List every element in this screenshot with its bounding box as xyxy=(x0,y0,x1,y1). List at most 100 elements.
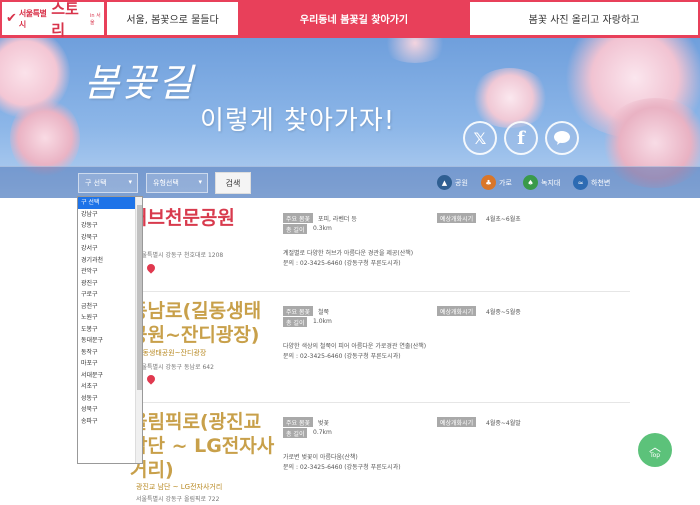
flower-value: 포피, 라벤더 등 xyxy=(318,216,357,223)
period-value: 4월초~6월초 xyxy=(486,216,521,223)
entry-title-line: 올림픽로(광진교 xyxy=(130,411,262,433)
chevron-down-icon: ▾ xyxy=(128,178,132,186)
hero-banner: 봄꽃길 이렇게 찾아가자! 𝕏 f 구 선택 ▾ 유형선택 ▾ 검색 ▲ 공원 … xyxy=(0,38,700,198)
kakao-icon[interactable] xyxy=(545,121,579,155)
dropdown-option[interactable]: 도봉구 xyxy=(78,324,136,336)
period-value: 4월중~4월말 xyxy=(486,420,521,427)
flower-label: 주요 봄꽃 xyxy=(283,213,313,223)
logo-text-small: 서울특별시 xyxy=(18,8,47,29)
dropdown-option[interactable]: 서대문구 xyxy=(78,370,136,382)
facebook-icon[interactable]: f xyxy=(504,121,538,155)
flower-label: 주요 봄꽃 xyxy=(283,417,313,427)
dropdown-option[interactable]: 서초구 xyxy=(78,381,136,393)
site-logo[interactable]: ✔ 서울특별시 스토리 in 서울 xyxy=(2,0,104,39)
dropdown-option[interactable]: 노원구 xyxy=(78,312,136,324)
dropdown-option[interactable]: 강서구 xyxy=(78,243,136,255)
type-select[interactable]: 유형선택 ▾ xyxy=(146,173,208,193)
entry-address: 서울특별시 강동구 동남로 642 xyxy=(136,364,214,371)
legend-label: 공원 xyxy=(455,178,468,187)
dropdown-option[interactable]: 마포구 xyxy=(78,358,136,370)
map-pin-icon[interactable] xyxy=(145,373,157,385)
length-label: 총 길이 xyxy=(283,428,308,438)
dropdown-option[interactable]: 성북구 xyxy=(78,404,136,416)
entry-title[interactable]: 허브천문공원 xyxy=(130,206,235,230)
top-navigation: ✔ 서울특별시 스토리 in 서울 서울, 봄꽃으로 물들다 우리동네 봄꽃길 … xyxy=(0,0,700,39)
entry-title[interactable]: 동남로(길동생태 공원~잔디광장) xyxy=(130,299,261,347)
entry-contact: 문의 : 02-3425-6460 (강동구청 푸른도시과) xyxy=(283,353,401,360)
divider xyxy=(130,291,630,292)
dropdown-option[interactable]: 구로구 xyxy=(78,289,136,301)
entry-title-line: 동남로(길동생태 xyxy=(130,300,262,322)
entry-subtitle: 광진교 남단 ~ LG전자사거리 xyxy=(136,483,223,491)
dropdown-option[interactable]: 동대문구 xyxy=(78,335,136,347)
length-label: 총 길이 xyxy=(283,317,308,327)
legend-street: ♣ 가로 xyxy=(481,175,512,190)
entry-contact: 문의 : 02-3425-6460 (강동구청 푸른도시과) xyxy=(283,260,401,267)
logo-text-big: 스토리 xyxy=(51,0,79,39)
flower-label: 주요 봄꽃 xyxy=(283,306,313,316)
greenbelt-icon: ♠ xyxy=(523,175,538,190)
dropdown-option[interactable]: 관악구 xyxy=(78,266,136,278)
dropdown-option[interactable]: 강북구 xyxy=(78,232,136,244)
entry-subtitle: 길동생태공원~잔디광장 xyxy=(136,349,207,357)
dropdown-option[interactable]: 송파구 xyxy=(78,416,136,428)
scrollbar-thumb[interactable] xyxy=(137,205,142,390)
entry-title-line: 거리) xyxy=(130,459,174,481)
length-value: 0.3km xyxy=(313,225,332,232)
period-value: 4월중~5월중 xyxy=(486,309,521,316)
tab-find-flower-road[interactable]: 우리동네 봄꽃길 찾아가기 xyxy=(238,2,470,35)
period-label: 예상개화시기 xyxy=(437,213,477,223)
flower-value: 벚꽃 xyxy=(318,420,330,427)
riverside-icon: ≈ xyxy=(573,175,588,190)
twitter-icon[interactable]: 𝕏 xyxy=(463,121,497,155)
entry-title[interactable]: 올림픽로(광진교 남단 ~ LG전자사 거리) xyxy=(130,410,274,482)
dropdown-option[interactable]: 금천구 xyxy=(78,301,136,313)
period-label: 예상개화시기 xyxy=(437,306,477,316)
legend-riverside: ≈ 하천변 xyxy=(573,175,610,190)
chevron-down-icon: ▾ xyxy=(198,178,202,186)
legend-label: 하천변 xyxy=(591,178,611,187)
legend-greenbelt: ♠ 녹지대 xyxy=(523,175,560,190)
divider xyxy=(130,402,630,403)
entry-title-line: 공원~잔디광장) xyxy=(130,324,260,346)
entry-description: 다양한 색상의 철쭉이 피어 아름다운 가로경관 연출(산책) xyxy=(283,343,427,350)
district-dropdown-list[interactable]: 구 선택 강남구 강동구 강북구 강서구 경기과천 관악구 광진구 구로구 금천… xyxy=(77,196,143,464)
entry-description: 가로변 벚꽃이 아름다움(산책) xyxy=(283,454,358,461)
scroll-top-label: Top xyxy=(649,451,661,459)
dropdown-option[interactable]: 광진구 xyxy=(78,278,136,290)
search-button[interactable]: 검색 xyxy=(215,172,251,194)
tab-spring-flowers[interactable]: 서울, 봄꽃으로 물들다 xyxy=(107,2,238,35)
dropdown-option[interactable]: 성동구 xyxy=(78,393,136,405)
seoul-logo-icon: ✔ xyxy=(6,11,17,26)
scroll-top-button[interactable]: ︿ Top xyxy=(638,433,672,467)
park-icon: ▲ xyxy=(437,175,452,190)
dropdown-option[interactable]: 경기과천 xyxy=(78,255,136,267)
length-label: 총 길이 xyxy=(283,224,308,234)
entry-contact: 문의 : 02-3425-6460 (강동구청 푸른도시과) xyxy=(283,464,401,471)
hero-title: 봄꽃길 xyxy=(84,61,195,105)
period-label: 예상개화시기 xyxy=(437,417,477,427)
street-icon: ♣ xyxy=(481,175,496,190)
logo-text-tiny: in 서울 xyxy=(89,12,101,26)
legend-label: 가로 xyxy=(499,178,512,187)
legend-label: 녹지대 xyxy=(541,178,561,187)
entry-description: 계절별로 다양한 허브가 아름다운 경관을 제공(산책) xyxy=(283,250,414,257)
dropdown-option[interactable]: 동작구 xyxy=(78,347,136,359)
hero-subtitle: 이렇게 찾아가자! xyxy=(200,106,396,136)
dropdown-scrollbar[interactable] xyxy=(135,197,142,463)
length-value: 1.0km xyxy=(313,318,332,325)
chevron-up-icon: ︿ xyxy=(648,439,661,454)
length-value: 0.7km xyxy=(313,429,332,436)
dropdown-option[interactable]: 강남구 xyxy=(78,209,136,221)
entry-title-line: 남단 ~ LG전자사 xyxy=(130,435,275,457)
entry-address: 서울특별시 강동구 올림픽로 722 xyxy=(136,496,220,503)
dropdown-option[interactable]: 구 선택 xyxy=(78,197,136,209)
entry-title-line: 허브천문공원 xyxy=(130,207,235,229)
type-select-value: 유형선택 xyxy=(153,179,179,187)
legend-park: ▲ 공원 xyxy=(437,175,468,190)
tab-upload-photo[interactable]: 봄꽃 사진 올리고 자랑하고 xyxy=(470,2,698,35)
map-pin-icon[interactable] xyxy=(145,262,157,274)
district-select[interactable]: 구 선택 ▾ xyxy=(78,173,138,193)
dropdown-option[interactable]: 강동구 xyxy=(78,220,136,232)
filter-bar: 구 선택 ▾ 유형선택 ▾ 검색 ▲ 공원 ♣ 가로 ♠ 녹지대 ≈ 하천변 xyxy=(0,166,700,198)
